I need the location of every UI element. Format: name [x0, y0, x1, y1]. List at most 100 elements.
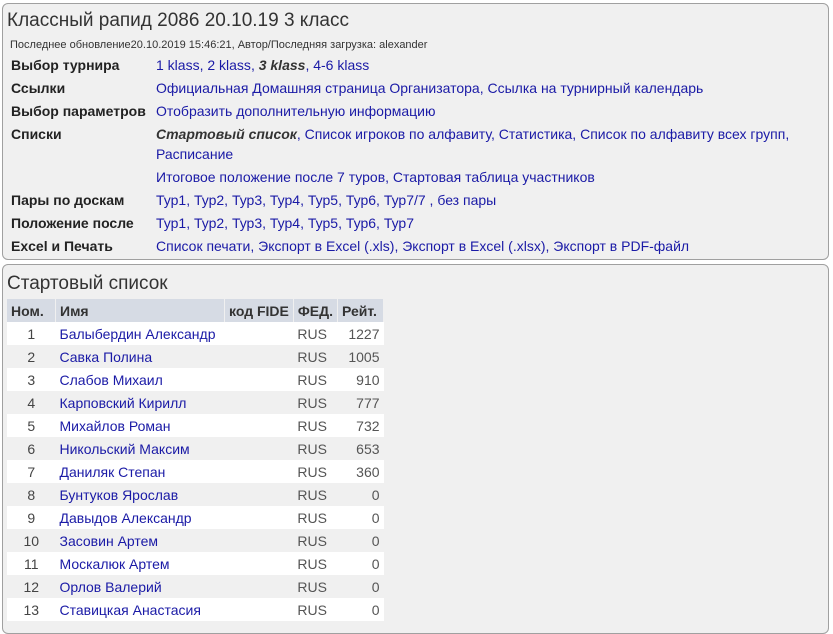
player-rating: 1005 — [337, 345, 384, 368]
player-name-link[interactable]: Михайлов Роман — [60, 418, 171, 434]
player-federation: RUS — [293, 552, 338, 575]
link-organizer-home[interactable]: Официальная Домашняя страница Организато… — [156, 80, 480, 96]
link-alphabetical-list[interactable]: Список игроков по алфавиту — [305, 126, 491, 142]
player-name-link[interactable]: Бунтуков Ярослав — [60, 487, 179, 503]
link-standings-round-6[interactable]: Тур6 — [346, 215, 376, 231]
player-fide-id — [224, 345, 294, 368]
table-row: 6 Никольский Максим RUS 653 — [7, 437, 384, 460]
link-pairs-round-1[interactable]: Тур1 — [156, 192, 186, 208]
link-export-pdf[interactable]: Экспорт в PDF-файл — [553, 238, 689, 254]
player-name-link[interactable]: Орлов Валерий — [60, 579, 162, 595]
link-pairs-round-2[interactable]: Тур2 — [194, 192, 224, 208]
table-row: 8 Бунтуков Ярослав RUS 0 — [7, 483, 384, 506]
link-tournament-calendar[interactable]: Ссылка на турнирный календарь — [488, 80, 704, 96]
player-fide-id — [224, 437, 294, 460]
player-fide-id — [224, 414, 294, 437]
table-row: 11 Москалюк Артем RUS 0 — [7, 552, 384, 575]
table-row: 12 Орлов Валерий RUS 0 — [7, 575, 384, 598]
link-standings-round-2[interactable]: Тур2 — [194, 215, 224, 231]
link-export-xlsx[interactable]: Экспорт в Excel (.xlsx) — [402, 238, 545, 254]
row-label-links: Ссылки — [11, 80, 66, 96]
column-header-name: Имя — [55, 299, 225, 322]
player-name-link[interactable]: Карповский Кирилл — [60, 395, 187, 411]
link-pairs-round-6[interactable]: Тур6 — [346, 192, 376, 208]
link-standings-round-4[interactable]: Тур4 — [270, 215, 300, 231]
player-number: 8 — [7, 483, 56, 506]
player-name-link[interactable]: Даниляк Степан — [60, 464, 166, 480]
link-start-list-active[interactable]: Стартовый список — [156, 126, 297, 142]
player-federation: RUS — [293, 322, 338, 345]
player-number: 1 — [7, 322, 56, 345]
start-list-title: Стартовый список — [7, 273, 168, 294]
player-rating: 0 — [337, 598, 384, 621]
link-show-more-info[interactable]: Отобразить дополнительную информацию — [156, 103, 436, 119]
player-federation: RUS — [293, 368, 338, 391]
player-name-cell: Ставицкая Анастасия — [55, 598, 225, 621]
player-name-link[interactable]: Слабов Михаил — [60, 372, 163, 388]
row-links-links: Официальная Домашняя страница Организато… — [156, 80, 704, 96]
player-number: 12 — [7, 575, 56, 598]
player-rating: 777 — [337, 391, 384, 414]
player-rating: 0 — [337, 506, 384, 529]
link-pairs-bye[interactable]: без пары — [437, 192, 496, 208]
player-name-link[interactable]: Никольский Максим — [60, 441, 190, 457]
player-name-link[interactable]: Москалюк Артем — [60, 556, 170, 572]
player-name-cell: Балыбердин Александр — [55, 322, 225, 345]
link-pairs-round-4[interactable]: Тур4 — [270, 192, 300, 208]
player-rating: 0 — [337, 483, 384, 506]
link-pairs-round-3[interactable]: Тур3 — [232, 192, 262, 208]
player-number: 4 — [7, 391, 56, 414]
player-name-link[interactable]: Савка Полина — [60, 349, 153, 365]
player-rating: 360 — [337, 460, 384, 483]
link-standings-round-1[interactable]: Тур1 — [156, 215, 186, 231]
table-row: 4 Карповский Кирилл RUS 777 — [7, 391, 384, 414]
link-final-standings[interactable]: Итоговое положение после 7 туров — [156, 169, 385, 185]
last-update-line: Последнее обновление20.10.2019 15:46:21,… — [10, 39, 428, 51]
player-rating: 0 — [337, 575, 384, 598]
link-alphabetical-all-groups[interactable]: Список по алфавиту всех групп — [580, 126, 785, 142]
link-print-list[interactable]: Список печати — [156, 238, 250, 254]
player-name-cell: Михайлов Роман — [55, 414, 225, 437]
player-fide-id — [224, 391, 294, 414]
player-federation: RUS — [293, 391, 338, 414]
table-row: 9 Давыдов Александр RUS 0 — [7, 506, 384, 529]
link-standings-round-3[interactable]: Тур3 — [232, 215, 262, 231]
row-label-params: Выбор параметров — [11, 103, 146, 119]
column-header-number: Ном. — [7, 299, 56, 322]
row-label-pairs: Пары по доскам — [11, 192, 125, 208]
player-fide-id — [224, 598, 294, 621]
player-number: 3 — [7, 368, 56, 391]
player-fide-id — [224, 322, 294, 345]
player-name-link[interactable]: Балыбердин Александр — [60, 326, 216, 342]
table-row: 5 Михайлов Роман RUS 732 — [7, 414, 384, 437]
player-federation: RUS — [293, 529, 338, 552]
link-tournament-3-active[interactable]: 3 klass — [259, 57, 306, 73]
table-row: 1 Балыбердин Александр RUS 1227 — [7, 322, 384, 345]
link-statistics[interactable]: Статистика — [499, 126, 573, 142]
link-pairs-round-7[interactable]: Тур7/7 — [384, 192, 426, 208]
start-list-table: Ном. Имя код FIDE ФЕД. Рейт. 1 Балыбердин… — [7, 299, 385, 621]
link-tournament-2[interactable]: 2 klass — [207, 57, 251, 73]
column-header-federation: ФЕД. — [293, 299, 339, 322]
player-fide-id — [224, 552, 294, 575]
player-name-cell: Савка Полина — [55, 345, 225, 368]
player-name-link[interactable]: Засовин Артем — [60, 533, 159, 549]
link-tournament-1[interactable]: 1 klass — [156, 57, 200, 73]
link-tournament-4-6[interactable]: 4-6 klass — [313, 57, 369, 73]
player-federation: RUS — [293, 506, 338, 529]
link-standings-round-5[interactable]: Тур5 — [308, 215, 338, 231]
link-start-table[interactable]: Стартовая таблица участников — [393, 169, 595, 185]
player-number: 13 — [7, 598, 56, 621]
player-name-cell: Москалюк Артем — [55, 552, 225, 575]
link-export-xls[interactable]: Экспорт в Excel (.xls) — [258, 238, 394, 254]
player-name-link[interactable]: Ставицкая Анастасия — [60, 602, 201, 618]
player-name-cell: Даниляк Степан — [55, 460, 225, 483]
player-fide-id — [224, 460, 294, 483]
player-number: 10 — [7, 529, 56, 552]
link-schedule[interactable]: Расписание — [156, 146, 233, 162]
link-pairs-round-5[interactable]: Тур5 — [308, 192, 338, 208]
player-name-link[interactable]: Давыдов Александр — [60, 510, 192, 526]
link-standings-round-7[interactable]: Тур7 — [384, 215, 414, 231]
row-links-lists-1: Стартовый список, Список игроков по алфа… — [156, 126, 790, 142]
column-header-fide-id: код FIDE — [224, 299, 294, 322]
